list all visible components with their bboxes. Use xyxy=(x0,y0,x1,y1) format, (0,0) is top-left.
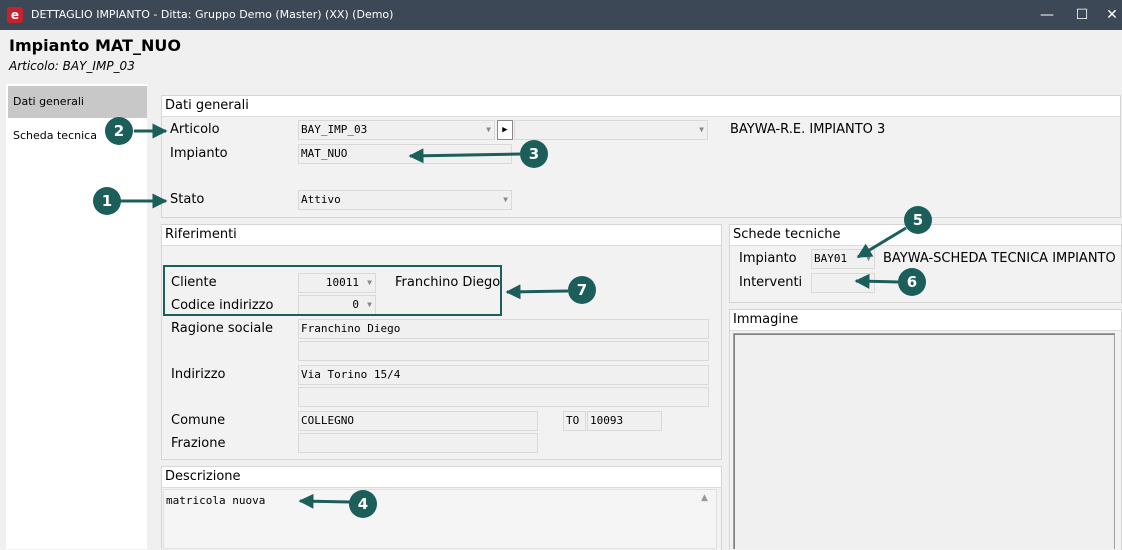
minimize-button[interactable]: — xyxy=(1032,3,1062,27)
indirizzo-field-2[interactable] xyxy=(298,387,709,407)
ragione-sociale-field[interactable]: Franchino Diego xyxy=(298,319,709,339)
close-button[interactable]: ✕ xyxy=(1097,3,1122,27)
app-icon: e xyxy=(7,7,23,23)
interventi-field[interactable] xyxy=(811,273,875,293)
articolo-lookup-button[interactable]: ▶ xyxy=(497,120,513,140)
scheda-impianto-field[interactable]: BAY01 ▼ xyxy=(811,249,875,269)
ragione-sociale-field-2[interactable] xyxy=(298,341,709,361)
page-title: Impianto MAT_NUO xyxy=(9,36,181,55)
chevron-down-icon: ▼ xyxy=(866,254,871,263)
group-title: Dati generali xyxy=(162,96,1120,117)
frazione-field[interactable] xyxy=(298,433,538,453)
scheda-impianto-value: BAY01 xyxy=(814,252,848,265)
cap-field[interactable]: 10093 xyxy=(587,411,662,431)
comune-label: Comune xyxy=(171,413,226,428)
ragione-sociale-label: Ragione sociale xyxy=(171,321,273,336)
impianto-label: Impianto xyxy=(170,146,228,161)
callout-badge-2: 2 xyxy=(105,117,133,145)
window-titlebar: e DETTAGLIO IMPIANTO - Ditta: Gruppo Dem… xyxy=(0,0,1122,30)
indirizzo-field[interactable]: Via Torino 15/4 xyxy=(298,365,709,385)
play-icon: ▶ xyxy=(502,125,508,135)
group-title: Immagine xyxy=(730,310,1121,331)
group-title: Riferimenti xyxy=(162,225,721,246)
comune-field[interactable]: COLLEGNO xyxy=(298,411,538,431)
stato-select[interactable]: Attivo ▼ xyxy=(298,190,512,210)
articolo-field[interactable]: BAY_IMP_03 ▼ xyxy=(298,120,495,140)
callout-badge-5: 5 xyxy=(904,206,932,234)
side-menu: Dati generali Scheda tecnica xyxy=(6,84,147,549)
articolo-description: BAYWA-R.E. IMPIANTO 3 xyxy=(730,122,886,137)
descrizione-textarea[interactable]: matricola nuova xyxy=(163,489,717,549)
indirizzo-label: Indirizzo xyxy=(171,367,226,382)
interventi-label: Interventi xyxy=(739,275,803,290)
frazione-label: Frazione xyxy=(171,436,226,451)
descrizione-value: matricola nuova xyxy=(166,494,266,507)
callout-badge-1: 1 xyxy=(93,187,121,215)
callout-badge-3: 3 xyxy=(520,140,548,168)
impianto-field[interactable]: MAT_NUO xyxy=(298,144,512,164)
callout-highlight-box xyxy=(163,265,502,316)
stato-value: Attivo xyxy=(301,193,341,206)
articolo-value: BAY_IMP_03 xyxy=(301,123,368,136)
stato-label: Stato xyxy=(170,192,205,207)
group-title: Descrizione xyxy=(162,467,721,488)
page-subtitle: Articolo: BAY_IMP_03 xyxy=(9,59,135,73)
articolo-variant-field[interactable]: ▼ xyxy=(514,120,708,140)
image-placeholder[interactable] xyxy=(733,333,1115,549)
menu-item-dati-generali[interactable]: Dati generali xyxy=(8,86,147,118)
chevron-down-icon: ▼ xyxy=(486,125,491,134)
provincia-field[interactable]: TO xyxy=(563,411,586,431)
articolo-label: Articolo xyxy=(170,122,220,137)
maximize-button[interactable]: ☐ xyxy=(1067,3,1097,27)
scheda-impianto-label: Impianto xyxy=(739,251,797,266)
callout-badge-6: 6 xyxy=(898,268,926,296)
callout-badge-4: 4 xyxy=(349,490,377,518)
callout-badge-7: 7 xyxy=(568,276,596,304)
window-title: DETTAGLIO IMPIANTO - Ditta: Gruppo Demo … xyxy=(31,8,394,21)
scheda-impianto-description: BAYWA-SCHEDA TECNICA IMPIANTO xyxy=(883,251,1116,266)
chevron-down-icon: ▼ xyxy=(503,195,508,204)
chevron-down-icon: ▼ xyxy=(699,125,704,134)
scroll-up-icon[interactable]: ▲ xyxy=(701,493,708,503)
